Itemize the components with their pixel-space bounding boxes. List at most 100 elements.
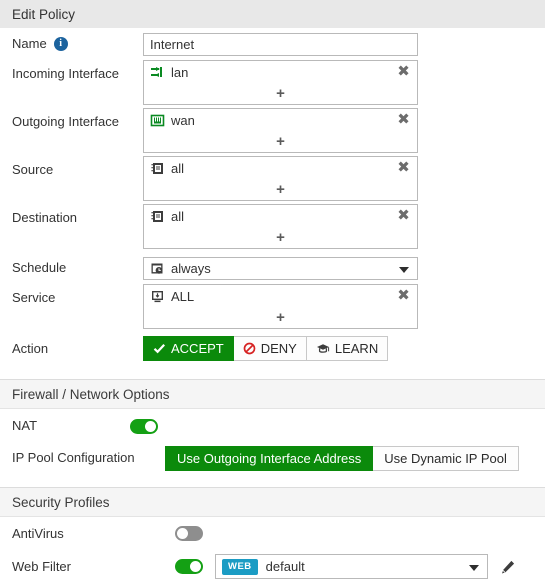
row-source: Source all ✖ +	[0, 156, 545, 204]
info-icon[interactable]: i	[53, 37, 68, 51]
remove-service-icon[interactable]: ✖	[397, 288, 410, 303]
web-filter-controls: WEB default	[175, 554, 516, 579]
label-action: Action	[12, 340, 49, 356]
schedule-select[interactable]: always	[143, 256, 418, 280]
ip-pool-outgoing-interface-button[interactable]: Use Outgoing Interface Address	[165, 445, 374, 471]
remove-destination-icon[interactable]: ✖	[397, 208, 410, 223]
field-outgoing-interface: wan ✖ +	[143, 108, 418, 153]
action-accept-button[interactable]: ACCEPT	[143, 336, 234, 361]
row-nat: NAT	[0, 409, 545, 443]
nat-toggle-knob	[145, 420, 156, 432]
web-filter-toggle[interactable]	[175, 559, 203, 574]
label-source: Source	[12, 162, 54, 177]
destination-name: all	[171, 209, 185, 224]
field-web-filter: WEB default	[175, 554, 516, 579]
row-ip-pool: IP Pool Configuration Use Outgoing Inter…	[0, 443, 545, 473]
switch-icon	[150, 65, 165, 80]
chevron-down-icon[interactable]	[399, 266, 409, 273]
service-token[interactable]: ALL	[144, 285, 417, 308]
remove-incoming-interface-icon[interactable]: ✖	[397, 64, 410, 79]
service-name: ALL	[171, 289, 195, 304]
antivirus-toggle-knob	[177, 528, 188, 539]
action-accept-label: ACCEPT	[171, 341, 224, 356]
graduation-cap-icon	[316, 342, 330, 355]
source-box[interactable]: all ✖ +	[143, 156, 418, 201]
ip-pool-dynamic-button[interactable]: Use Dynamic IP Pool	[373, 445, 519, 471]
label-nat: NAT	[12, 418, 38, 433]
row-outgoing-interface: Outgoing Interface wan ✖ +	[0, 108, 545, 156]
remove-outgoing-interface-icon[interactable]: ✖	[397, 112, 410, 127]
add-destination-icon[interactable]: +	[144, 230, 417, 245]
incoming-interface-box[interactable]: lan ✖ +	[143, 60, 418, 105]
web-filter-badge: WEB	[222, 558, 258, 575]
antivirus-toggle[interactable]	[175, 526, 203, 541]
add-service-icon[interactable]: +	[144, 310, 417, 325]
label-destination: Destination	[12, 210, 78, 225]
field-service: ALL ✖ +	[143, 284, 418, 329]
service-box[interactable]: ALL ✖ +	[143, 284, 418, 329]
row-action: Action ACCEPT DENY LEARN	[0, 332, 545, 365]
action-learn-label: LEARN	[334, 341, 379, 356]
deny-icon	[243, 342, 256, 355]
add-outgoing-interface-icon[interactable]: +	[144, 134, 417, 149]
field-name: Internet	[143, 32, 418, 56]
label-antivirus: AntiVirus	[12, 525, 64, 541]
chevron-down-icon[interactable]	[469, 565, 479, 571]
field-nat	[130, 418, 158, 434]
field-antivirus	[175, 526, 203, 541]
row-service: Service ALL ✖ +	[0, 284, 545, 332]
service-icon	[150, 289, 165, 304]
ip-pool-button-group: Use Outgoing Interface Address Use Dynam…	[165, 445, 519, 471]
destination-token[interactable]: all	[144, 205, 417, 228]
action-deny-button[interactable]: DENY	[233, 336, 307, 361]
incoming-interface-token[interactable]: lan	[144, 61, 417, 84]
label-incoming-interface: Incoming Interface	[12, 66, 119, 81]
outgoing-interface-token[interactable]: wan	[144, 109, 417, 132]
row-antivirus: AntiVirus	[0, 517, 545, 550]
destination-box[interactable]: all ✖ +	[143, 204, 418, 249]
row-destination: Destination all ✖ +	[0, 204, 545, 252]
section-header-security-profiles: Security Profiles	[0, 487, 545, 517]
schedule-clock-icon	[150, 261, 165, 276]
add-source-icon[interactable]: +	[144, 182, 417, 197]
field-schedule: always	[143, 256, 418, 280]
row-web-filter: Web Filter WEB default	[0, 550, 545, 583]
edit-policy-panel: Edit Policy Name i Internet Incoming Int…	[0, 0, 545, 588]
web-filter-profile-name: default	[265, 559, 305, 574]
check-icon	[153, 342, 166, 355]
source-name: all	[171, 161, 185, 176]
ip-pool-outgoing-interface-label: Use Outgoing Interface Address	[177, 450, 362, 466]
action-deny-label: DENY	[260, 341, 297, 356]
outgoing-interface-box[interactable]: wan ✖ +	[143, 108, 418, 153]
label-service: Service	[12, 290, 56, 305]
row-incoming-interface: Incoming Interface lan ✖ +	[0, 60, 545, 108]
label-schedule: Schedule	[12, 260, 67, 275]
incoming-interface-name: lan	[171, 65, 189, 80]
page-title: Edit Policy	[12, 6, 76, 22]
panel-title-bar: Edit Policy	[0, 0, 545, 28]
label-ip-pool-configuration: IP Pool Configuration	[12, 450, 135, 465]
address-object-icon	[150, 209, 165, 224]
field-action: ACCEPT DENY LEARN	[143, 336, 389, 361]
nat-toggle[interactable]	[130, 418, 158, 434]
action-learn-button[interactable]: LEARN	[306, 336, 389, 361]
remove-source-icon[interactable]: ✖	[397, 160, 410, 175]
source-token[interactable]: all	[144, 157, 417, 180]
row-schedule: Schedule always	[0, 252, 545, 284]
spacer-firewall	[0, 365, 545, 379]
pencil-icon[interactable]	[500, 559, 516, 575]
ethernet-port-icon	[150, 113, 165, 128]
address-object-icon	[150, 161, 165, 176]
field-source: all ✖ +	[143, 156, 418, 201]
spacer-security	[0, 473, 545, 487]
web-filter-toggle-knob	[190, 561, 201, 572]
web-filter-profile-select[interactable]: WEB default	[215, 554, 488, 579]
label-name: Name i	[12, 36, 143, 52]
field-destination: all ✖ +	[143, 204, 418, 249]
label-outgoing-interface: Outgoing Interface	[12, 114, 119, 129]
add-incoming-interface-icon[interactable]: +	[144, 86, 417, 101]
name-input-value: Internet	[150, 36, 195, 52]
label-web-filter: Web Filter	[12, 558, 71, 574]
name-input[interactable]: Internet	[143, 32, 418, 56]
field-ip-pool: Use Outgoing Interface Address Use Dynam…	[165, 445, 519, 471]
